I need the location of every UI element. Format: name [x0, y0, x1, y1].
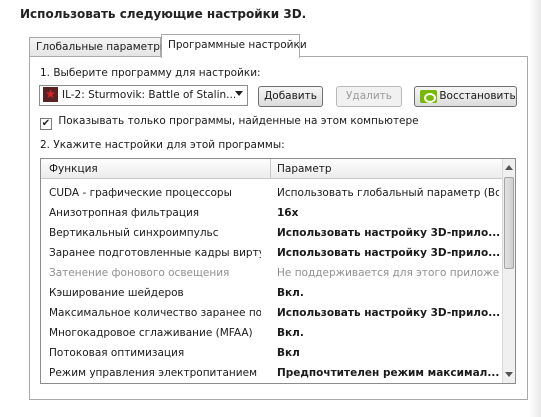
table-row[interactable]: Заранее подготовленные кадры вирту... Исп… [41, 243, 503, 263]
step1-label: 1. Выберите программу для настройки: [40, 67, 261, 79]
table-row[interactable]: Потоковая оптимизация Вкл [41, 343, 503, 363]
feature-cell: Кэширование шейдеров [49, 287, 184, 299]
nvidia-logo-icon [420, 90, 437, 103]
table-row[interactable]: Затенение фонового освещения Не поддержив… [41, 263, 503, 283]
value-cell[interactable]: Использовать глобальный параметр (Все) [277, 187, 499, 199]
add-button[interactable]: Добавить [258, 86, 323, 107]
value-cell[interactable]: Предпочтителен режим максимал... [277, 367, 499, 379]
column-header-value[interactable]: Параметр [277, 163, 332, 175]
step2-label: 2. Укажите настройки для этой программы: [40, 139, 285, 151]
star-icon: ★ [43, 87, 58, 102]
show-only-found-checkbox[interactable]: ✔ [40, 118, 52, 130]
feature-cell: Потоковая оптимизация [49, 347, 185, 359]
tab-global-settings[interactable]: Глобальные параметры [29, 37, 168, 57]
table-row[interactable]: Режим управления электропитанием Предпочт… [41, 363, 503, 383]
value-cell[interactable]: Вкл [277, 347, 499, 359]
value-cell[interactable]: Использовать настройку 3D-прило... [277, 227, 499, 239]
value-cell[interactable]: Вкл. [277, 327, 499, 339]
column-header-feature[interactable]: Функция [49, 163, 98, 175]
restore-button-label: Восстановить [439, 90, 516, 102]
feature-cell: Режим управления электропитанием [49, 367, 258, 379]
table-row[interactable]: Максимальное количество заранее под... Ис… [41, 303, 503, 323]
value-cell[interactable]: Вкл. [277, 287, 499, 299]
value-cell[interactable]: Не поддерживается для этого приложе... [277, 267, 499, 279]
chevron-down-icon [235, 91, 243, 96]
column-divider[interactable] [270, 159, 271, 179]
show-only-found-label: Показывать только программы, найденные н… [58, 115, 419, 127]
feature-cell: Вертикальный синхроимпульс [49, 227, 219, 239]
remove-button[interactable]: Удалить [336, 86, 402, 107]
vertical-scrollbar[interactable] [502, 159, 515, 383]
tab-program-settings[interactable]: Программные настройки [161, 34, 307, 58]
table-row[interactable]: Анизотропная фильтрация 16x [41, 203, 503, 223]
value-cell[interactable]: Использовать настройку 3D-прило... [277, 247, 499, 259]
feature-cell: Затенение фонового освещения [49, 267, 230, 279]
value-cell[interactable]: Использовать настройку 3D-прило... [277, 307, 499, 319]
feature-cell: Анизотропная фильтрация [49, 207, 200, 219]
scroll-thumb[interactable] [504, 177, 514, 269]
program-select[interactable]: ★ IL-2: Sturmovik: Battle of Stalin... [39, 85, 248, 106]
scroll-down-icon[interactable] [505, 372, 513, 377]
show-only-found-row: ✔ Показывать только программы, найденные… [40, 115, 419, 130]
page-heading: Использовать следующие настройки 3D. [20, 7, 307, 21]
scroll-up-icon[interactable] [505, 165, 513, 170]
window-edge [529, 0, 541, 417]
feature-cell: Многокадровое сглаживание (MFAA) [49, 327, 253, 339]
restore-button[interactable]: Восстановить [414, 86, 517, 107]
value-cell[interactable]: 16x [277, 207, 499, 219]
program-select-value: IL-2: Sturmovik: Battle of Stalin... [62, 89, 237, 101]
table-row[interactable]: Многокадровое сглаживание (MFAA) Вкл. [41, 323, 503, 343]
feature-cell: CUDA - графические процессоры [49, 187, 232, 199]
table-header: Функция Параметр [41, 159, 503, 179]
table-row[interactable]: Кэширование шейдеров Вкл. [41, 283, 503, 303]
table-row[interactable]: CUDA - графические процессоры Использоват… [41, 183, 503, 203]
feature-cell: Максимальное количество заранее под... [49, 307, 261, 319]
program-settings-panel: 1. Выберите программу для настройки: ★ I… [29, 56, 528, 400]
table-row[interactable]: Вертикальный синхроимпульс Использовать н… [41, 223, 503, 243]
settings-table: Функция Параметр CUDA - графические проц… [40, 158, 516, 384]
feature-cell: Заранее подготовленные кадры вирту... [49, 247, 261, 259]
